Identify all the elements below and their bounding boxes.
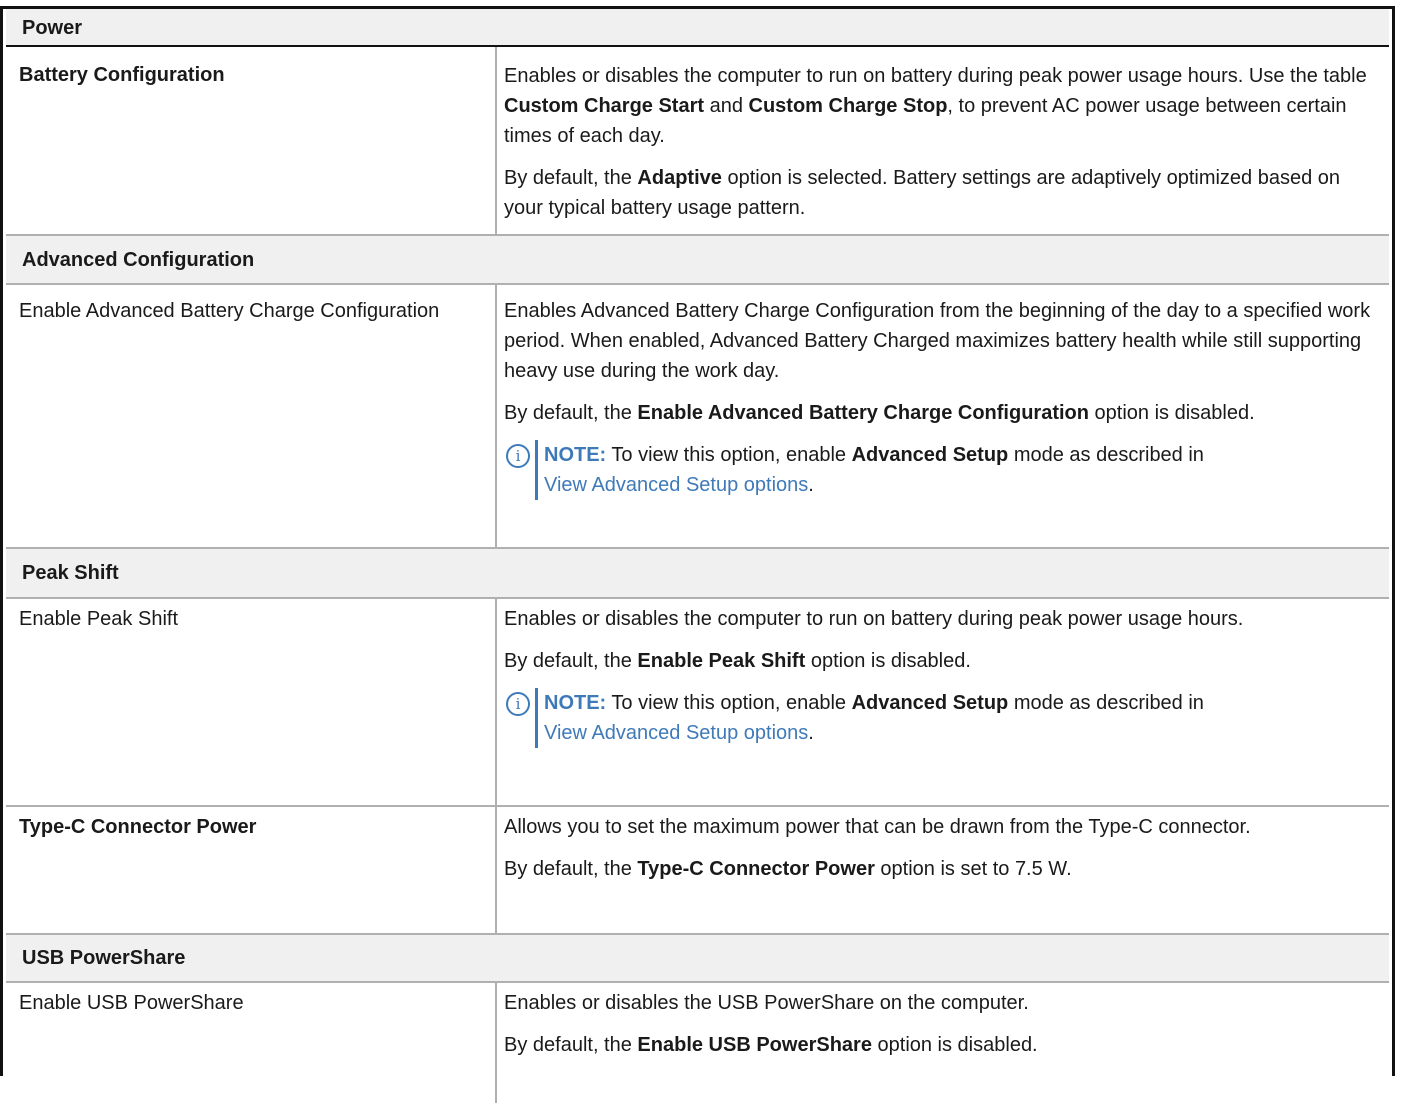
- advanced-battery-charge-label: Enable Advanced Battery Charge Configura…: [19, 300, 440, 322]
- table-header-title: Power: [22, 17, 83, 39]
- type-c-connector-power-label: Type-C Connector Power: [19, 816, 257, 838]
- advanced-note: i NOTE: To view this option, enable Adva…: [504, 440, 1375, 500]
- advanced-note-text: NOTE: To view this option, enable Advanc…: [535, 440, 1204, 500]
- column-divider: [495, 285, 497, 547]
- section-row-advanced-configuration: Advanced Configuration: [6, 236, 1389, 285]
- peak-description-paragraph: Enables or disables the computer to run …: [504, 608, 1244, 630]
- usb-default-paragraph: By default, the Enable USB PowerShare op…: [504, 1034, 1038, 1056]
- advanced-default-paragraph: By default, the Enable Advanced Battery …: [504, 402, 1255, 424]
- info-icon: i: [506, 692, 530, 716]
- section-row-peak-shift: Peak Shift: [6, 549, 1389, 599]
- power-table: Power Battery Configuration Enables or d…: [0, 6, 1395, 1103]
- type-c-connector-power-description: Allows you to set the maximum power that…: [504, 812, 1375, 896]
- column-divider: [495, 807, 497, 933]
- peak-default-paragraph: By default, the Enable Peak Shift option…: [504, 650, 971, 672]
- battery-description-paragraph: Enables or disables the computer to run …: [504, 65, 1367, 147]
- typec-default-paragraph: By default, the Type-C Connector Power o…: [504, 858, 1072, 880]
- advanced-description-paragraph: Enables Advanced Battery Charge Configur…: [504, 300, 1371, 382]
- usb-powershare-section-title: USB PowerShare: [22, 947, 186, 969]
- battery-configuration-description: Enables or disables the computer to run …: [504, 61, 1375, 235]
- battery-default-paragraph: By default, the Adaptive option is selec…: [504, 167, 1341, 219]
- battery-configuration-label: Battery Configuration: [19, 64, 225, 86]
- table-row-advanced-battery-charge: Enable Advanced Battery Charge Configura…: [6, 285, 1389, 549]
- peak-note-text: NOTE: To view this option, enable Advanc…: [535, 688, 1204, 748]
- table-row-battery-configuration: Battery Configuration Enables or disable…: [6, 47, 1389, 236]
- column-divider: [495, 983, 497, 1103]
- peak-shift-label: Enable Peak Shift: [19, 608, 178, 630]
- peak-shift-section-title: Peak Shift: [22, 562, 119, 584]
- peak-note: i NOTE: To view this option, enable Adva…: [504, 688, 1375, 748]
- info-icon: i: [506, 444, 530, 468]
- table-row-type-c-connector-power: Type-C Connector Power Allows you to set…: [6, 807, 1389, 935]
- view-advanced-setup-link[interactable]: View Advanced Setup options: [544, 474, 808, 496]
- usb-description-paragraph: Enables or disables the USB PowerShare o…: [504, 992, 1029, 1014]
- advanced-battery-charge-description: Enables Advanced Battery Charge Configur…: [504, 296, 1375, 500]
- typec-description-paragraph: Allows you to set the maximum power that…: [504, 816, 1251, 838]
- section-row-usb-powershare: USB PowerShare: [6, 935, 1389, 983]
- usb-powershare-description: Enables or disables the USB PowerShare o…: [504, 988, 1375, 1072]
- usb-powershare-label: Enable USB PowerShare: [19, 992, 244, 1014]
- column-divider: [495, 47, 497, 234]
- column-divider: [495, 599, 497, 805]
- view-advanced-setup-link[interactable]: View Advanced Setup options: [544, 722, 808, 744]
- table-row-peak-shift: Enable Peak Shift Enables or disables th…: [6, 599, 1389, 807]
- advanced-configuration-section-title: Advanced Configuration: [22, 249, 255, 271]
- peak-shift-description: Enables or disables the computer to run …: [504, 604, 1375, 748]
- table-header: Power: [6, 9, 1389, 47]
- table-row-usb-powershare: Enable USB PowerShare Enables or disable…: [6, 983, 1389, 1103]
